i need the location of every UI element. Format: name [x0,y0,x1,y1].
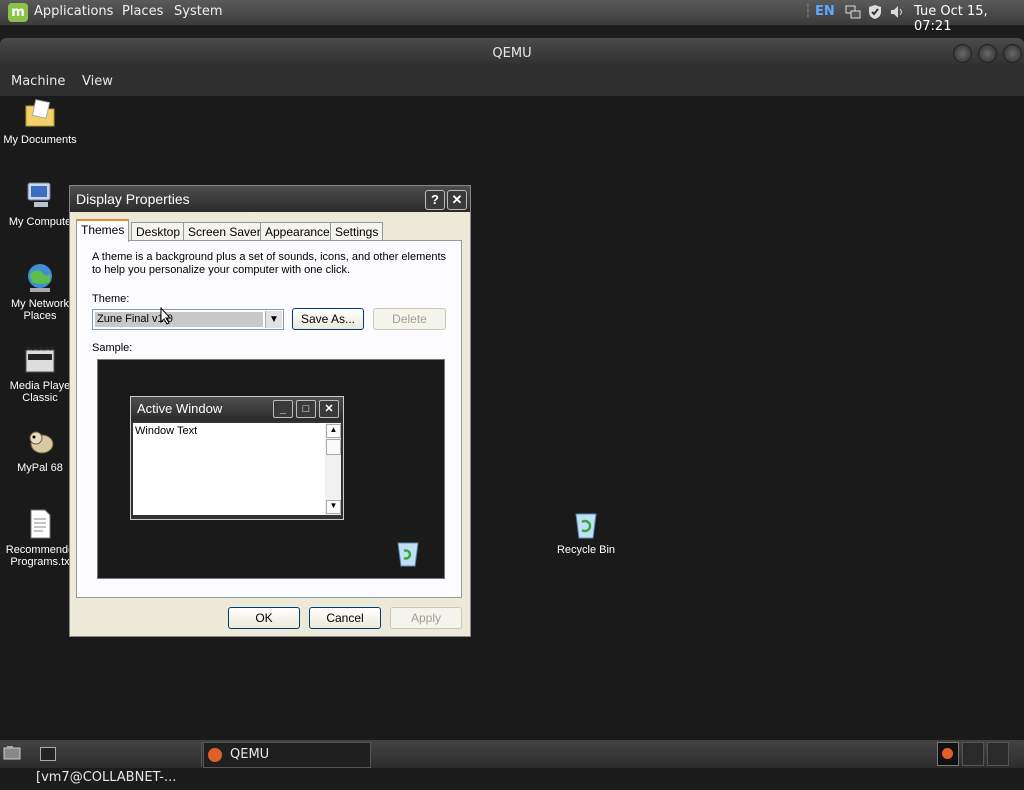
theme-label: Theme: [92,293,130,305]
text-file-icon [24,508,56,540]
qemu-menubar: Machine View [0,68,1024,96]
view-menu[interactable]: View [82,74,113,89]
shield-icon[interactable] [868,4,882,24]
desktop-icon-label: Media Playe Classic [9,380,71,404]
chevron-down-icon[interactable]: ▼ [265,311,282,328]
desktop-icon-my-documents[interactable]: My Documents [0,98,80,146]
close-icon: ✕ [319,400,339,418]
sample-active-window: Active Window _ □ ✕ Window Text ▲ ▼ [130,396,344,520]
themes-panel: A theme is a background plus a set of so… [76,240,462,598]
qemu-window-title: QEMU [492,46,532,61]
scroll-down-icon: ▼ [326,500,341,514]
theme-select-value: Zune Final v1.0 [95,312,263,327]
workspace-switcher[interactable] [937,742,959,766]
desktop-icon-label: Recycle Bin [556,544,616,556]
save-as-button[interactable]: Save As... [292,308,364,330]
computer-icon [24,180,56,212]
sample-label: Sample: [92,342,133,354]
scroll-thumb [326,439,341,455]
sample-window-title: Active Window [137,401,223,416]
display-properties-dialog: Display Properties ? ✕ Themes Desktop Sc… [69,185,471,637]
clock[interactable]: Tue Oct 15, 07:21 [914,4,1024,34]
tab-settings[interactable]: Settings [330,222,384,241]
recycle-bin-icon [570,508,602,540]
desktop-icon-label: My Compute [8,216,72,228]
mint-menu-icon[interactable]: m [8,3,28,22]
show-desktop-icon[interactable] [3,745,21,765]
ok-button[interactable]: OK [228,607,300,629]
mypal-icon [24,426,56,458]
qemu-icon [942,748,953,759]
taskbar-item-label: [vm7@COLLABNET-... [36,770,177,785]
tab-appearance[interactable]: Appearance [260,222,335,241]
dialog-title: Display Properties [76,191,190,207]
taskbar-item-label: QEMU [230,747,270,762]
maximize-button[interactable] [978,44,997,63]
volume-icon[interactable] [889,4,905,24]
sample-window-body: Window Text [133,423,325,515]
recycle-bin-icon [394,538,422,571]
terminal-icon [40,746,56,761]
workspace-3[interactable] [987,742,1009,766]
network-icon[interactable] [845,4,861,24]
desktop-icon-label: Recommende Programs.tx [5,544,75,568]
machine-menu[interactable]: Machine [11,74,65,89]
sample-preview: Active Window _ □ ✕ Window Text ▲ ▼ [97,359,445,579]
bottom-panel: [vm7@COLLABNET-... QEMU [0,740,1024,785]
minimize-icon: _ [273,400,293,418]
workspace-2[interactable] [962,742,984,766]
delete-button[interactable]: Delete [373,308,446,330]
help-button[interactable]: ? [425,190,445,210]
taskbar-item-terminal[interactable]: [vm7@COLLABNET-... [36,742,202,785]
desktop-icon-label: My Network Places [10,298,70,322]
desktop-icon-my-computer[interactable]: My Compute [0,180,80,228]
dialog-title-bar[interactable]: Display Properties ? ✕ [70,186,470,212]
mouse-cursor-icon [160,306,172,329]
minimize-button[interactable] [953,44,972,63]
network-places-icon [24,262,56,294]
desktop-icon-recommended-programs[interactable]: Recommende Programs.tx [0,508,80,568]
desktop-icon-my-network-places[interactable]: My Network Places [0,262,80,322]
theme-description: A theme is a background plus a set of so… [92,251,447,276]
sample-window-title-bar: Active Window _ □ ✕ [131,397,343,421]
media-player-icon [24,344,56,376]
desktop-icon-media-player-classic[interactable]: Media Playe Classic [0,344,80,404]
maximize-icon: □ [296,400,316,418]
sample-scrollbar: ▲ ▼ [325,423,341,515]
taskbar-item-qemu[interactable]: QEMU [203,742,371,768]
close-button[interactable] [1003,44,1022,63]
places-menu[interactable]: Places [122,4,163,19]
applications-menu[interactable]: Applications [34,4,113,19]
tab-screen-saver[interactable]: Screen Saver [183,222,266,241]
qemu-title-bar[interactable]: QEMU [0,38,1024,68]
top-panel: m Applications Places System ┆ EN Tue Oc… [0,0,1024,34]
theme-select[interactable]: Zune Final v1.0 ▼ [92,309,284,330]
tab-themes[interactable]: Themes [76,219,130,242]
qemu-icon [208,747,222,762]
keyboard-layout-indicator[interactable]: EN [815,4,835,19]
system-menu[interactable]: System [174,4,222,19]
scroll-up-icon: ▲ [326,424,341,438]
close-dialog-button[interactable]: ✕ [447,190,467,210]
folder-documents-icon [24,98,56,130]
cancel-button[interactable]: Cancel [309,607,381,629]
desktop-icon-recycle-bin[interactable]: Recycle Bin [546,508,626,556]
panel-separator: ┆ [804,4,812,19]
desktop-icon-mypal[interactable]: MyPal 68 [0,426,80,474]
apply-button[interactable]: Apply [390,607,462,629]
desktop-icon-label: My Documents [3,134,77,146]
tab-desktop[interactable]: Desktop [131,222,186,241]
desktop-icon-label: MyPal 68 [17,462,63,474]
